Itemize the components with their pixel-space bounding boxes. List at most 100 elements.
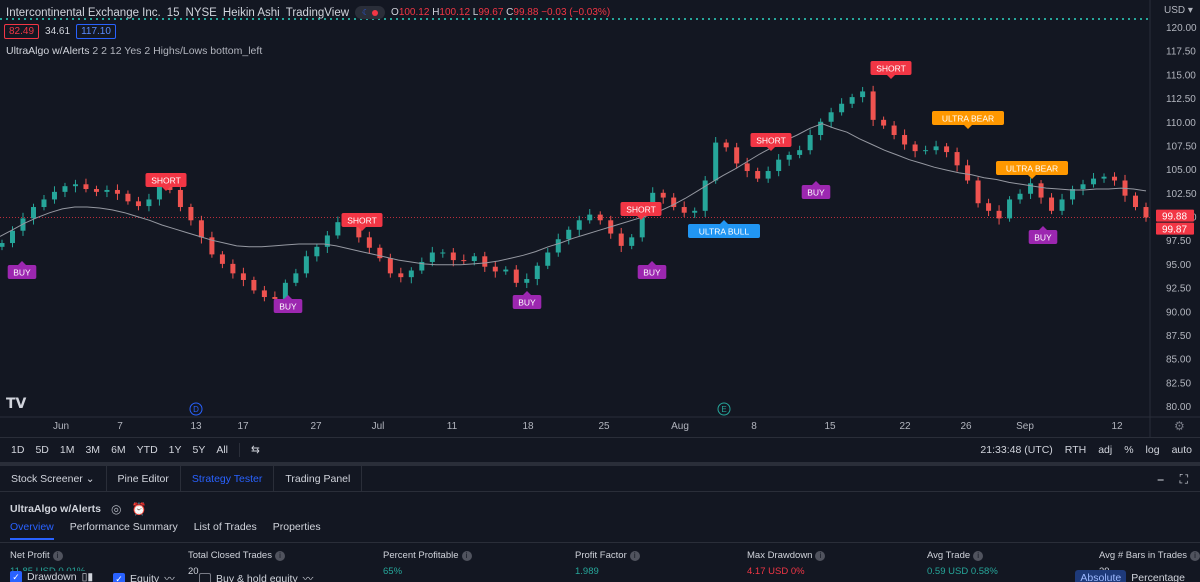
signal-pointer bbox=[1039, 226, 1047, 230]
subtab-overview[interactable]: Overview bbox=[10, 521, 54, 540]
tf-5d[interactable]: 5D bbox=[35, 444, 48, 456]
tf-1y[interactable]: 1Y bbox=[169, 444, 182, 456]
tf-1d[interactable]: 1D bbox=[11, 444, 24, 456]
clock[interactable]: 21:33:48 (UTC) bbox=[980, 444, 1052, 456]
equity-checkbox[interactable]: ✓ Equity 〰 bbox=[113, 571, 179, 582]
info-icon[interactable]: i bbox=[1190, 551, 1200, 561]
info-icon[interactable]: i bbox=[815, 551, 826, 561]
moon-icon: ☾ bbox=[361, 8, 370, 17]
price-tick-label: 115.00 bbox=[1166, 70, 1196, 81]
sell-price-button[interactable]: 82.49 bbox=[4, 24, 40, 39]
chart-settings-icon[interactable]: ⚙ bbox=[1174, 419, 1185, 433]
candle-body bbox=[125, 193, 131, 202]
candle-body bbox=[314, 246, 320, 257]
visibility-toggle[interactable]: ☾ bbox=[355, 6, 386, 19]
trade-buttons: 82.49 34.61 117.10 bbox=[4, 24, 116, 39]
time-tick-label: 17 bbox=[237, 421, 249, 432]
info-icon[interactable]: i bbox=[461, 551, 472, 561]
subtab-list-of-trades[interactable]: List of Trades bbox=[194, 521, 257, 540]
candle-body bbox=[713, 142, 719, 181]
info-icon[interactable]: i bbox=[52, 551, 63, 561]
line-chart-icon: 〰 bbox=[164, 573, 175, 582]
bar-chart-icon: ▯▮ bbox=[81, 571, 94, 582]
session-button[interactable]: RTH bbox=[1065, 444, 1086, 456]
percent-button[interactable]: % bbox=[1124, 444, 1133, 456]
adj-button[interactable]: adj bbox=[1098, 444, 1112, 456]
alarm-icon[interactable]: ⏰ bbox=[132, 502, 147, 516]
time-tick-label: Jun bbox=[53, 421, 69, 432]
signal-pointer bbox=[964, 125, 972, 129]
candle-body bbox=[146, 199, 152, 207]
buy-price-button[interactable]: 117.10 bbox=[76, 24, 116, 39]
currency-selector[interactable]: USD ▾ bbox=[1164, 5, 1193, 16]
price-tick-label: 87.50 bbox=[1166, 331, 1191, 342]
spread-value: 34.61 bbox=[45, 26, 71, 37]
tf-all[interactable]: All bbox=[216, 444, 228, 456]
candle-body bbox=[587, 214, 593, 221]
tf-ytd[interactable]: YTD bbox=[137, 444, 158, 456]
time-tick-label: 7 bbox=[117, 421, 123, 432]
price-tick-label: 90.00 bbox=[1166, 307, 1191, 318]
candle-body bbox=[975, 180, 981, 204]
tf-6m[interactable]: 6M bbox=[111, 444, 126, 456]
time-tick-label: Jul bbox=[372, 421, 385, 432]
candle-body bbox=[1049, 197, 1055, 211]
candle-body bbox=[681, 207, 687, 213]
candle-body bbox=[986, 203, 992, 211]
candle-body bbox=[450, 252, 456, 261]
candle-body bbox=[188, 207, 194, 221]
candle-body bbox=[870, 91, 876, 120]
signal-label-short: SHORT bbox=[151, 176, 181, 186]
candle-body bbox=[933, 146, 939, 151]
absolute-toggle[interactable]: Absolute bbox=[1075, 570, 1127, 582]
tf-5y[interactable]: 5Y bbox=[193, 444, 206, 456]
goto-date-icon[interactable]: ⇆ bbox=[251, 444, 260, 456]
time-tick-label: Sep bbox=[1016, 421, 1034, 432]
time-tick-label: 25 bbox=[598, 421, 610, 432]
drawdown-checkbox[interactable]: ✓ Drawdown ▯▮ bbox=[10, 571, 98, 582]
log-button[interactable]: log bbox=[1146, 444, 1160, 456]
candle-body bbox=[1007, 199, 1013, 219]
price-tick-label: 85.00 bbox=[1166, 355, 1191, 366]
interval-label: 15 bbox=[166, 6, 180, 19]
auto-button[interactable]: auto bbox=[1172, 444, 1192, 456]
exchange-label: NYSE bbox=[185, 6, 217, 19]
chart-area[interactable]: 120.00 117.50 115.00 112.50 110.00 107.50 105.… bbox=[0, 0, 1200, 437]
candle-body bbox=[744, 163, 750, 172]
tab-stock-screener[interactable]: Stock Screener ⌄ bbox=[0, 465, 107, 492]
tf-3m[interactable]: 3M bbox=[85, 444, 100, 456]
toolbar-divider bbox=[239, 442, 241, 457]
time-tick-label: 27 bbox=[310, 421, 322, 432]
line-chart-icon: 〰 bbox=[302, 573, 314, 582]
minimize-icon[interactable]: ⎯ bbox=[1158, 472, 1164, 487]
info-icon[interactable]: i bbox=[629, 551, 640, 561]
signal-pointer bbox=[648, 261, 656, 265]
tab-trading-panel[interactable]: Trading Panel bbox=[274, 465, 363, 492]
percentage-toggle[interactable]: Percentage bbox=[1126, 570, 1190, 582]
earnings-event-icon-label: E bbox=[721, 405, 726, 414]
price-chart[interactable]: 120.00 117.50 115.00 112.50 110.00 107.50 105.… bbox=[0, 0, 1200, 437]
subtab-performance-summary[interactable]: Performance Summary bbox=[70, 521, 178, 540]
settings-icon[interactable]: ◎ bbox=[111, 502, 121, 516]
buy-hold-checkbox[interactable]: Buy & hold equity 〰 bbox=[199, 571, 318, 582]
tf-1m[interactable]: 1M bbox=[60, 444, 75, 456]
info-icon[interactable]: i bbox=[274, 551, 285, 561]
tab-strategy-tester[interactable]: Strategy Tester bbox=[181, 465, 275, 492]
time-tick-label: 8 bbox=[751, 421, 757, 432]
candle-body bbox=[555, 239, 561, 253]
price-tick-label: 117.50 bbox=[1166, 47, 1196, 58]
candle-body bbox=[692, 210, 698, 213]
candle-body bbox=[765, 171, 771, 179]
symbol-name[interactable]: Intercontinental Exchange Inc. bbox=[6, 7, 161, 19]
info-icon[interactable]: i bbox=[973, 551, 984, 561]
candle-body bbox=[1070, 189, 1076, 200]
tab-pine-editor[interactable]: Pine Editor bbox=[107, 465, 181, 492]
maximize-icon[interactable]: ⛶ bbox=[1180, 472, 1188, 487]
candle-body bbox=[513, 269, 519, 283]
subtab-properties[interactable]: Properties bbox=[273, 521, 321, 540]
price-tick-label: 80.00 bbox=[1166, 402, 1191, 413]
signal-label-short: SHORT bbox=[347, 216, 377, 226]
candle-body bbox=[828, 112, 834, 122]
indicator-legend[interactable]: UltraAlgo w/Alerts 2 2 12 Yes 2 Highs/Lo… bbox=[6, 45, 262, 57]
price-tick-label: 112.50 bbox=[1166, 94, 1196, 105]
